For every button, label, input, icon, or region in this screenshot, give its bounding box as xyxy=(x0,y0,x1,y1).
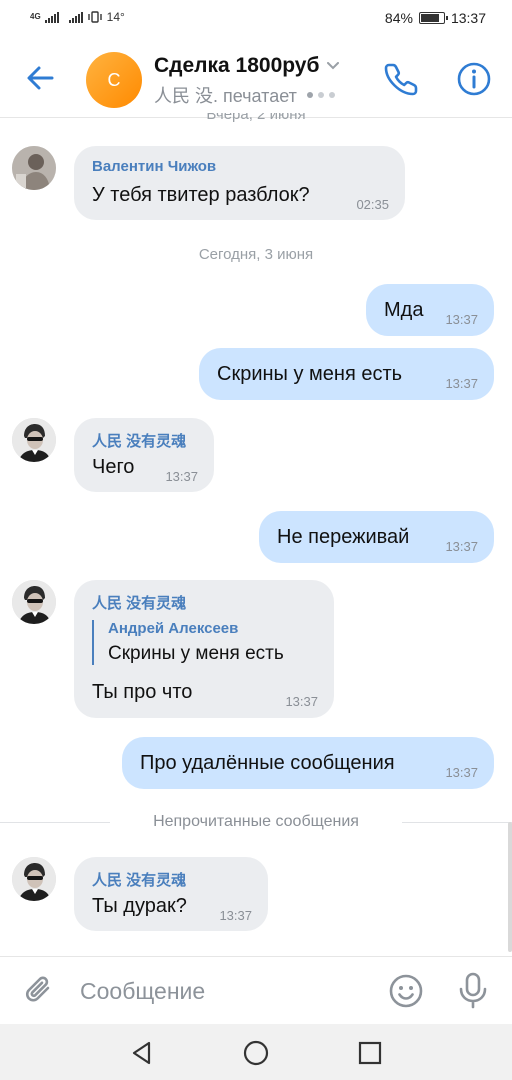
avatar[interactable] xyxy=(12,857,56,901)
avatar[interactable] xyxy=(12,146,56,190)
chat-avatar[interactable]: С xyxy=(86,52,142,108)
message-sender[interactable]: 人民 没有灵魂 xyxy=(92,430,186,451)
unread-label: Непрочитанные сообщения xyxy=(153,813,359,830)
network-type: 4G xyxy=(30,12,41,21)
clock: 13:37 xyxy=(450,10,486,26)
typing-status: 人民 没. печатает xyxy=(154,82,339,108)
message-bubble[interactable]: Валентин Чижов У тебя твитер разблок? 02… xyxy=(74,146,405,220)
reply-text: Скрины у меня есть xyxy=(108,643,284,664)
message-text: Про удалённые сообщения xyxy=(140,752,395,774)
message-time: 13:37 xyxy=(165,469,198,484)
back-arrow-icon[interactable] xyxy=(22,60,58,96)
signal-icon xyxy=(44,11,59,23)
typing-status-text: 人民 没. печатает xyxy=(154,86,297,106)
date-separator-previous: Вчера, 2 июня xyxy=(206,113,306,123)
message-time: 13:37 xyxy=(285,694,318,709)
nav-recents-icon[interactable] xyxy=(356,1039,384,1067)
phone-icon[interactable] xyxy=(382,60,420,98)
smile-icon[interactable] xyxy=(388,973,424,1009)
chat-header: С Сделка 1800руб 人民 没. печатает xyxy=(0,38,512,118)
message-time: 13:37 xyxy=(445,312,478,327)
status-left: 4G 14° xyxy=(30,10,125,24)
message-input[interactable] xyxy=(80,975,370,1007)
message-sender[interactable]: 人民 没有灵魂 xyxy=(92,869,186,890)
message-time: 13:37 xyxy=(219,908,252,923)
avatar[interactable] xyxy=(12,418,56,462)
chat-title-text: Сделка 1800руб xyxy=(154,54,320,77)
message-time: 13:37 xyxy=(445,539,478,554)
chevron-down-icon xyxy=(327,62,340,70)
message-time: 13:37 xyxy=(445,765,478,780)
message-bubble[interactable]: Не переживай 13:37 xyxy=(259,511,494,563)
date-separator-today: Сегодня, 3 июня xyxy=(198,246,314,263)
chat-title-block[interactable]: Сделка 1800руб 人民 没. печатает xyxy=(154,54,340,108)
typing-dots-icon xyxy=(306,92,335,98)
system-nav-bar xyxy=(0,1024,512,1080)
chat-title[interactable]: Сделка 1800руб xyxy=(154,54,340,78)
message-bubble[interactable]: 人民 没有灵魂 Ты дурак? 13:37 xyxy=(74,857,268,931)
scrollbar[interactable] xyxy=(508,822,512,952)
status-right: 84% 13:37 xyxy=(385,10,486,26)
vibrate-icon xyxy=(87,11,102,23)
message-sender[interactable]: 人民 没有灵魂 xyxy=(92,592,186,613)
message-bubble[interactable]: Мда 13:37 xyxy=(366,284,494,336)
message-text: Не переживай xyxy=(277,526,410,548)
status-bar: 4G 14° 84% 13:37 xyxy=(0,0,512,38)
unread-divider: Непрочитанные сообщения xyxy=(0,808,512,838)
message-text: У тебя твитер разблок? xyxy=(92,184,310,206)
avatar[interactable] xyxy=(12,580,56,624)
message-sender[interactable]: Валентин Чижов xyxy=(92,158,216,175)
message-composer xyxy=(0,956,512,1024)
message-text: Скрины у меня есть xyxy=(217,363,403,385)
nav-home-icon[interactable] xyxy=(242,1039,270,1067)
temperature: 14° xyxy=(106,10,125,24)
reply-author: Андрей Алексеев xyxy=(108,620,239,637)
message-bubble[interactable]: Скрины у меня есть 13:37 xyxy=(199,348,494,400)
message-bubble[interactable]: 人民 没有灵魂 Чего 13:37 xyxy=(74,418,214,492)
message-text: Ты дурак? xyxy=(92,895,187,917)
battery-icon xyxy=(418,12,448,24)
paperclip-icon[interactable] xyxy=(22,973,56,1007)
reply-quote[interactable]: Андрей Алексеев Скрины у меня есть xyxy=(92,620,284,665)
message-time: 13:37 xyxy=(445,376,478,391)
message-time: 02:35 xyxy=(356,197,389,212)
message-text: Мда xyxy=(384,299,424,321)
message-bubble[interactable]: 人民 没有灵魂 Андрей Алексеев Скрины у меня ес… xyxy=(74,580,334,718)
microphone-icon[interactable] xyxy=(455,971,491,1009)
signal-2-icon xyxy=(68,11,83,23)
message-bubble[interactable]: Про удалённые сообщения 13:37 xyxy=(122,737,494,789)
message-text: Ты про что xyxy=(92,681,193,703)
message-text: Чего xyxy=(92,456,135,478)
battery-percent: 84% xyxy=(384,10,413,26)
nav-back-icon[interactable] xyxy=(128,1039,156,1067)
info-icon[interactable] xyxy=(455,60,493,98)
